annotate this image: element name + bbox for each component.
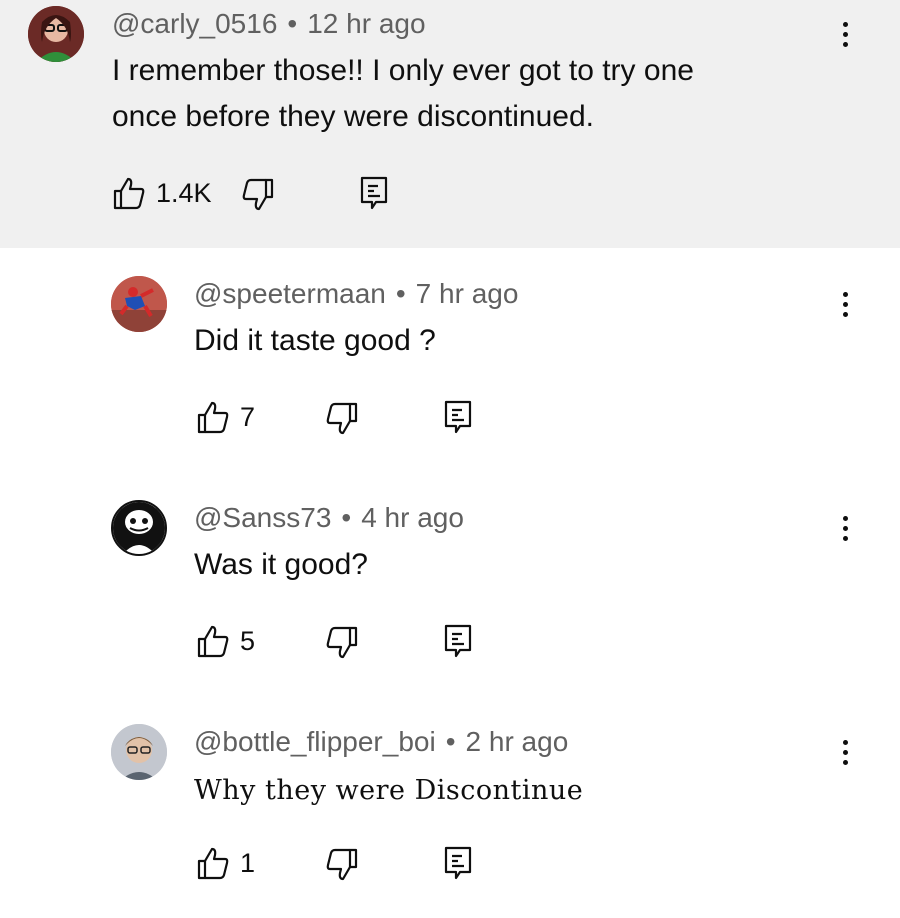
dislike-button[interactable] — [325, 848, 359, 882]
like-count: 1.4K — [156, 177, 212, 208]
like-count: 1 — [240, 847, 256, 878]
comment-text-line: once before they were discontinued. — [112, 100, 594, 133]
like-button[interactable]: 7 — [196, 400, 255, 434]
like-button[interactable]: 1 — [196, 846, 255, 880]
comment-time: 12 hr ago — [307, 8, 426, 39]
thumbs-up-icon — [197, 401, 229, 434]
separator-dot: • — [341, 502, 352, 533]
dislike-button[interactable] — [241, 178, 275, 212]
separator-dot: • — [287, 8, 298, 39]
more-options-button[interactable] — [833, 508, 857, 548]
like-count: 5 — [240, 625, 256, 656]
avatar[interactable] — [111, 724, 167, 780]
comment-time: 7 hr ago — [415, 278, 519, 309]
comment-item: @bottle_flipper_boi • 2 hr ago Why they we… — [0, 696, 900, 918]
comment-meta: @Sanss73 • 4 hr ago — [194, 502, 464, 534]
comment-author[interactable]: @bottle_flipper_boi — [194, 726, 436, 757]
more-vertical-icon — [842, 515, 848, 521]
more-vertical-icon-dot — [842, 759, 848, 765]
thumbs-up-icon — [197, 625, 229, 658]
like-button[interactable]: 5 — [196, 624, 255, 658]
thumbs-down-icon — [326, 626, 358, 659]
more-vertical-icon-dot — [842, 749, 848, 755]
thumbs-down-icon — [242, 178, 274, 211]
thumbs-down-icon — [326, 848, 358, 881]
comment-text: Was it good? — [194, 542, 368, 588]
dislike-button[interactable] — [325, 402, 359, 436]
comment-text: I remember those!! I only ever got to tr… — [112, 48, 694, 140]
reply-button[interactable] — [444, 400, 472, 434]
avatar[interactable] — [28, 6, 84, 62]
comment-time: 2 hr ago — [465, 726, 569, 757]
avatar[interactable] — [111, 500, 167, 556]
more-vertical-icon-dot — [842, 535, 848, 541]
comment-meta: @speetermaan • 7 hr ago — [194, 278, 518, 310]
more-vertical-icon-dot — [842, 311, 848, 317]
comment-text: Why they were Discontinue — [194, 768, 583, 814]
more-vertical-icon-dot — [842, 31, 848, 37]
comment-text-line: Did it taste good ? — [194, 324, 436, 357]
comment-author[interactable]: @Sanss73 — [194, 502, 331, 533]
reply-comment-icon — [360, 176, 388, 210]
comment-text: Did it taste good ? — [194, 318, 436, 364]
comment-author[interactable]: @carly_0516 — [112, 8, 277, 39]
avatar[interactable] — [111, 276, 167, 332]
more-options-button[interactable] — [833, 732, 857, 772]
dislike-button[interactable] — [325, 626, 359, 660]
more-vertical-icon — [842, 739, 848, 745]
more-vertical-icon-dot — [842, 525, 848, 531]
comment-text-line: I remember those!! I only ever got to tr… — [112, 54, 694, 87]
more-options-button[interactable] — [833, 284, 857, 324]
more-vertical-icon — [842, 291, 848, 297]
comment-author[interactable]: @speetermaan — [194, 278, 386, 309]
comment-meta: @carly_0516 • 12 hr ago — [112, 8, 426, 40]
more-vertical-icon-dot — [842, 301, 848, 307]
like-count: 7 — [240, 401, 256, 432]
reply-button[interactable] — [444, 624, 472, 658]
reply-button[interactable] — [360, 176, 388, 210]
separator-dot: • — [445, 726, 456, 757]
more-vertical-icon — [842, 21, 848, 27]
reply-comment-icon — [444, 846, 472, 880]
like-button[interactable]: 1.4K — [112, 176, 212, 210]
thumbs-up-icon — [197, 847, 229, 880]
thumbs-up-icon — [113, 177, 145, 210]
comment-item: @Sanss73 • 4 hr ago Was it good? 5 — [0, 472, 900, 696]
comment-time: 4 hr ago — [361, 502, 464, 533]
comment-item: @speetermaan • 7 hr ago Did it taste good … — [0, 248, 900, 472]
comment-text-line: Was it good? — [194, 548, 368, 581]
more-vertical-icon-dot — [842, 41, 848, 47]
comment-text-line: Why they were Discontinue — [194, 775, 584, 806]
thumbs-down-icon — [326, 402, 358, 435]
more-options-button[interactable] — [833, 14, 857, 54]
comment-meta: @bottle_flipper_boi • 2 hr ago — [194, 726, 568, 758]
reply-comment-icon — [444, 624, 472, 658]
reply-comment-icon — [444, 400, 472, 434]
reply-button[interactable] — [444, 846, 472, 880]
separator-dot: • — [395, 278, 406, 309]
comment-item: @carly_0516 • 12 hr ago I remember those!!… — [0, 0, 900, 248]
